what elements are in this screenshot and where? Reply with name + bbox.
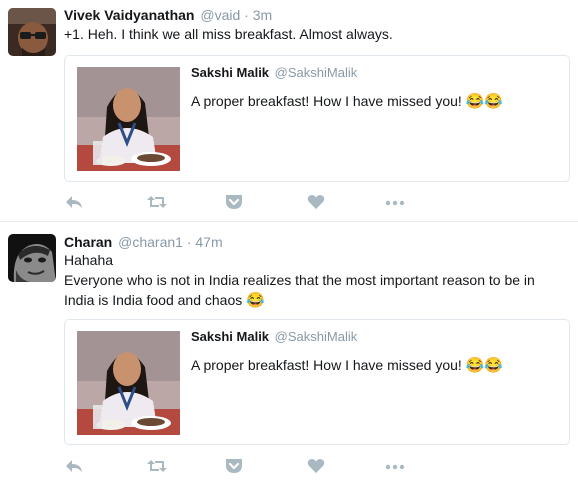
quoted-author-name[interactable]: Sakshi Malik [191,65,269,80]
quoted-tweet-header: Sakshi Malik @SakshiMalik [191,328,357,346]
tweet-text-line: India is India food and chaos 😂 [64,290,564,311]
reply-button[interactable] [64,457,86,477]
like-button[interactable] [306,193,328,213]
quoted-author-name[interactable]: Sakshi Malik [191,329,269,344]
avatar-photo [8,234,56,282]
more-button[interactable] [384,457,406,477]
separator: · [244,7,249,23]
quoted-author-handle[interactable]: @SakshiMalik [275,329,358,344]
avatar[interactable] [8,8,56,56]
tweet-actions [64,457,424,477]
like-button[interactable] [306,457,328,477]
quoted-text: A proper breakfast! How I have missed yo… [191,93,462,109]
retweet-button[interactable] [146,457,168,477]
quoted-text: A proper breakfast! How I have missed yo… [191,357,462,373]
timestamp[interactable]: 47m [195,234,222,250]
emoji-laughing: 😂😂 [465,357,504,374]
author-handle[interactable]: @vaid [200,7,240,23]
quoted-tweet-text: A proper breakfast! How I have missed yo… [191,355,503,376]
separator: · [186,234,192,250]
emoji-laughing: 😂 [246,292,265,309]
quoted-tweet[interactable]: Sakshi Malik @SakshiMalik A proper break… [64,55,570,182]
emoji-laughing: 😂😂 [465,93,504,110]
quoted-tweet-image [77,331,180,435]
more-button[interactable] [384,193,406,213]
pocket-icon [226,459,242,473]
timestamp[interactable]: 3m [253,7,272,23]
author-name[interactable]: Charan [64,234,112,250]
author-handle[interactable]: @charan1 [118,234,183,250]
tweet-text-segment: India is India food and chaos [64,292,243,308]
pocket-button[interactable] [224,193,246,213]
retweet-icon [147,196,167,208]
author-name[interactable]: Vivek Vaidyanathan [64,7,194,23]
quoted-tweet[interactable]: Sakshi Malik @SakshiMalik A proper break… [64,319,570,445]
reply-button[interactable] [64,193,86,213]
reply-icon [66,196,82,208]
pocket-icon [226,195,242,209]
tweet-text-line: Hahaha [64,252,114,268]
quoted-tweet-text: A proper breakfast! How I have missed yo… [191,91,503,112]
tweet-text-line: +1. Heh. I think we all miss breakfast. … [64,26,393,42]
more-dots-icon [385,200,405,206]
avatar-photo [8,8,56,56]
tweet-actions [64,193,424,213]
tweet-text: +1. Heh. I think we all miss breakfast. … [64,24,564,44]
like-heart-icon [307,459,325,473]
quoted-tweet-header: Sakshi Malik @SakshiMalik [191,64,357,82]
reply-icon [66,460,82,472]
quoted-author-handle[interactable]: @SakshiMalik [275,65,358,80]
tweet-header: Vivek Vaidyanathan @vaid · 3m [64,6,272,24]
tweet-header: Charan @charan1 · 47m [64,233,223,251]
tweet[interactable]: Charan @charan1 · 47m Hahaha Everyone wh… [0,222,578,483]
like-heart-icon [307,195,325,209]
tweet-text: Hahaha Everyone who is not in India real… [64,250,564,311]
tweet-text-line: Everyone who is not in India realizes th… [64,272,535,288]
avatar[interactable] [8,234,56,282]
pocket-button[interactable] [224,457,246,477]
tweet[interactable]: Vivek Vaidyanathan @vaid · 3m +1. Heh. I… [0,0,578,222]
more-dots-icon [385,464,405,470]
retweet-button[interactable] [146,193,168,213]
retweet-icon [147,460,167,472]
quoted-tweet-image [77,67,180,171]
